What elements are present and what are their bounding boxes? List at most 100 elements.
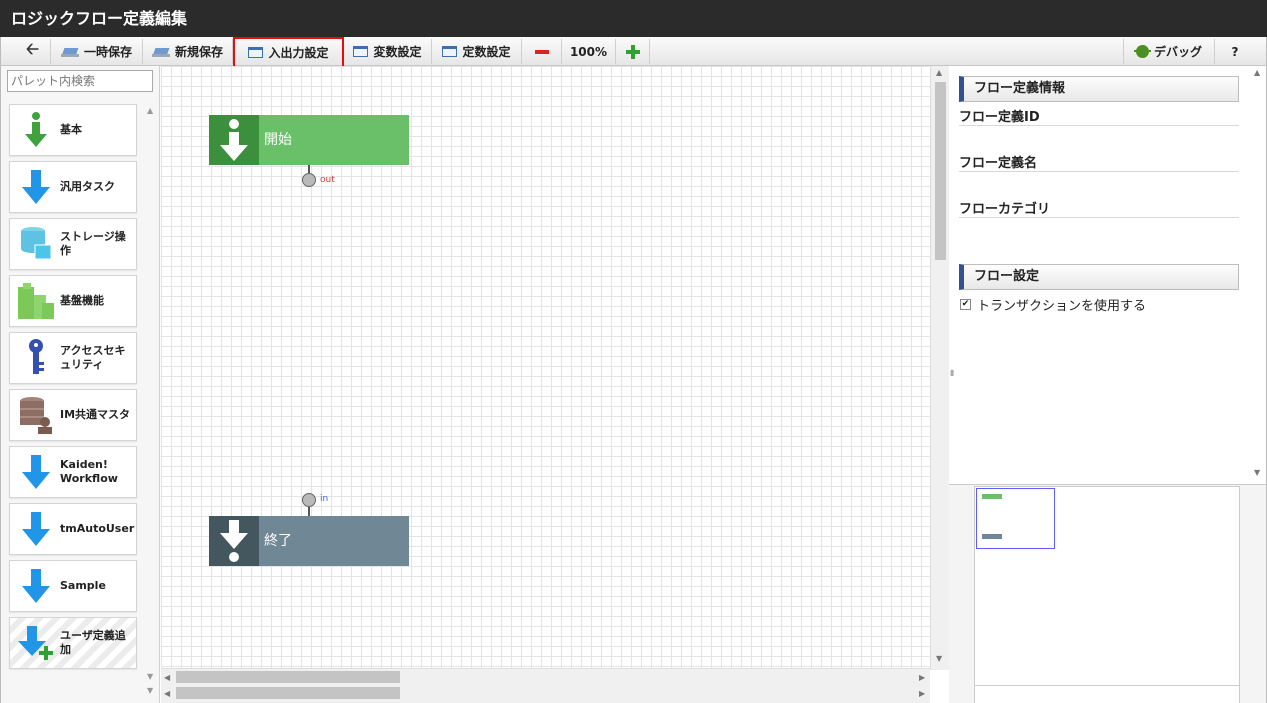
temp-save-button[interactable]: 一時保存 [51,39,143,64]
back-button[interactable]: 🡠 [15,39,51,64]
start-node[interactable]: 開始 [209,115,409,165]
const-settings-label: 定数設定 [462,45,511,59]
start-out-port[interactable] [302,173,316,187]
start-arrow-icon [209,115,259,165]
palette-item-platform[interactable]: 基盤機能 [9,275,137,327]
transaction-checkbox[interactable]: ✔ [960,299,971,310]
io-settings-label: 入出力設定 [268,46,329,60]
palette-item-storage[interactable]: ストレージ操作 [9,218,137,270]
blue-down-arrow-icon [16,564,56,608]
flow-id-label: フロー定義ID [959,106,1239,126]
minus-icon [534,49,549,54]
scroll-right-icon-2[interactable]: ▶ [919,689,925,698]
blue-down-arrow-icon [16,165,56,209]
new-save-label: 新規保存 [174,45,223,59]
window-icon [442,46,458,57]
canvas-horizontal-scrollbar[interactable]: ◀ ▶ ◀ ▶ [161,668,930,703]
window-title: ロジックフロー定義編集 [0,0,1267,37]
palette-item-access-security[interactable]: アクセスセキュリティ [9,332,137,384]
horizontal-scroll-thumb[interactable] [176,671,400,683]
save-icon [60,46,79,58]
overview-start-node [982,494,1002,499]
scroll-up-icon[interactable]: ▲ [936,68,942,77]
overview-footer [974,686,1240,703]
palette-item-label: tmAutoUser [60,522,135,535]
palette-panel: ▲ 基本 汎用タスク ストレージ操作 基盤機能 [0,66,160,703]
scroll-right-icon[interactable]: ▶ [919,673,925,682]
palette-item-label: ストレージ操作 [60,230,126,257]
var-settings-button[interactable]: 変数設定 [344,39,432,64]
palette-scroll-down-icon[interactable]: ▼ [147,672,153,681]
toolbar: 🡠 一時保存 新規保存 入出力設定 変数設定 定数設定 100% デバッグ ? [0,37,1267,68]
flow-category-label: フローカテゴリ [959,198,1239,218]
canvas-vertical-scrollbar[interactable]: ▲ ▼ [930,66,949,670]
palette-scroll-down-icon-2[interactable]: ▼ [147,686,153,695]
overview-end-node [982,534,1002,539]
overview-map[interactable] [974,486,1240,686]
temp-save-label: 一時保存 [83,45,132,59]
back-arrow-icon: 🡠 [26,39,39,58]
debug-button[interactable]: デバッグ [1123,39,1215,64]
scroll-down-icon[interactable]: ▼ [936,654,942,663]
help-button[interactable]: ? [1215,39,1255,64]
palette-item-im-master[interactable]: IM共通マスタ [9,389,137,441]
palette-item-label: Kaiden! Workflow [60,458,118,485]
window-icon [353,46,369,57]
start-port-connector [308,165,310,173]
end-in-port[interactable] [302,493,316,507]
flow-name-label: フロー定義名 [959,152,1239,172]
database-user-icon [16,393,56,437]
window-icon [248,47,264,58]
palette-scroll-up-icon[interactable]: ▲ [147,106,153,115]
palette-item-kaiden-workflow[interactable]: Kaiden! Workflow [9,446,137,498]
transaction-label: トランザクションを使用する [977,299,1147,314]
green-down-arrow-icon [16,108,56,152]
vertical-scroll-thumb[interactable] [935,82,946,260]
palette-item-sample[interactable]: Sample [9,560,137,612]
palette-item-generic-task[interactable]: 汎用タスク [9,161,137,213]
grid-blocks-icon [16,279,56,323]
help-label: ? [1231,44,1239,59]
debug-label: デバッグ [1153,45,1202,59]
palette-item-basic[interactable]: 基本 [9,104,137,156]
horizontal-scroll-thumb-2[interactable] [176,687,400,699]
const-settings-button[interactable]: 定数設定 [432,39,522,64]
save-icon [151,46,170,58]
new-save-button[interactable]: 新規保存 [143,39,233,64]
zoom-level: 100% [562,39,616,64]
properties-panel: フロー定義情報 フロー定義ID フロー定義名 フローカテゴリ フロー設定 ✔ ト… [949,66,1267,484]
zoom-out-button[interactable] [522,39,562,64]
props-scroll-down-icon[interactable]: ▼ [1254,468,1260,477]
bug-icon [1133,45,1151,58]
flow-info-header[interactable]: フロー定義情報 [959,76,1239,102]
zoom-in-button[interactable] [616,39,650,64]
panel-splitter-handle[interactable]: ▮ [950,368,954,377]
palette-item-user-definition-add[interactable]: ユーザ定義追加 [9,617,137,669]
plus-icon [625,44,640,59]
palette-search-input[interactable] [7,70,153,92]
palette-item-tmautouser[interactable]: tmAutoUser [9,503,137,555]
palette-item-label: 基本 [60,123,82,136]
end-node-label: 終了 [259,516,409,566]
transaction-option[interactable]: ✔ トランザクションを使用する [960,295,1146,314]
flow-canvas[interactable]: 開始 out in 終了 [161,66,930,670]
overview-viewport[interactable] [976,488,1055,549]
end-port-connector [308,507,310,516]
scroll-left-icon-2[interactable]: ◀ [164,689,170,698]
io-settings-button[interactable]: 入出力設定 [233,37,344,68]
palette-item-label: IM共通マスタ [60,408,131,421]
end-node[interactable]: 終了 [209,516,409,566]
palette-item-label: 基盤機能 [60,294,104,307]
zoom-level-label: 100% [569,44,608,59]
in-port-label: in [320,494,329,504]
end-arrow-icon [209,516,259,566]
overview-panel [949,484,1267,703]
palette-item-label: ユーザ定義追加 [60,629,126,656]
flow-settings-header[interactable]: フロー設定 [959,264,1239,290]
props-scroll-up-icon[interactable]: ▲ [1254,68,1260,77]
scroll-left-icon[interactable]: ◀ [164,673,170,682]
start-node-label: 開始 [259,115,409,165]
key-icon [16,336,56,380]
storage-icon [16,222,56,266]
add-user-definition-icon [16,621,56,665]
